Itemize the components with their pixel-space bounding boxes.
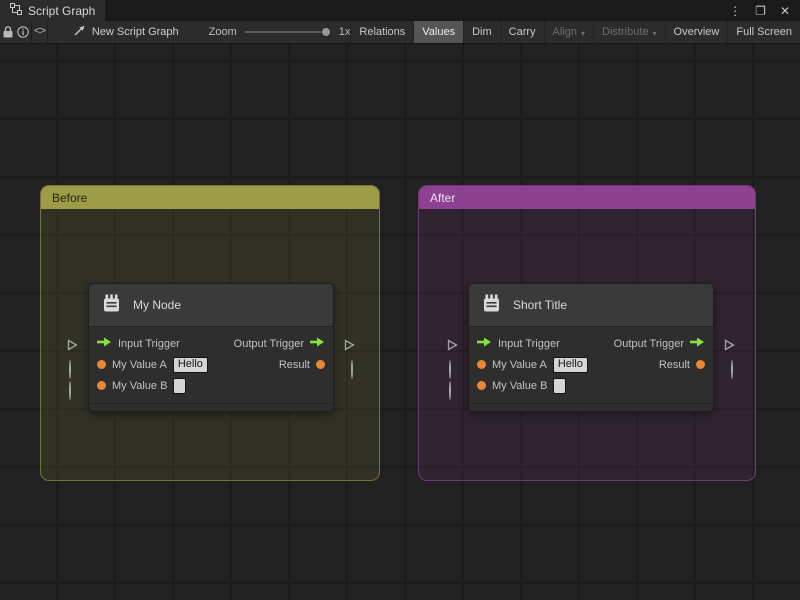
distribute-label: Distribute xyxy=(602,26,649,38)
output-trigger-label: Output Trigger xyxy=(233,337,304,350)
align-dropdown[interactable]: Align ▾ xyxy=(543,21,593,43)
port-row-value-b: My Value B xyxy=(89,375,333,396)
chevron-down-icon: ▾ xyxy=(652,28,657,38)
graph-output-trigger-port[interactable] xyxy=(344,338,355,356)
zoom-slider-knob[interactable] xyxy=(320,27,331,37)
result-port-icon[interactable] xyxy=(316,360,325,369)
window-controls: ⋮ ❐ ✕ xyxy=(719,0,800,21)
carry-label: Carry xyxy=(508,26,536,38)
group-after-title: After xyxy=(430,190,456,205)
carry-button[interactable]: Carry xyxy=(499,21,544,43)
distribute-dropdown[interactable]: Distribute ▾ xyxy=(593,21,664,43)
dim-button[interactable]: Dim xyxy=(463,21,500,43)
value-a-port-icon[interactable] xyxy=(97,360,106,369)
overview-button[interactable]: Overview xyxy=(664,21,728,43)
graph-input-value-port[interactable] xyxy=(449,381,451,400)
graph-input-trigger-port[interactable] xyxy=(447,338,458,356)
node-header[interactable]: My Node xyxy=(89,284,333,327)
node-icon xyxy=(481,293,502,317)
window-menu-icon[interactable]: ⋮ xyxy=(729,5,741,17)
value-a-label: My Value A xyxy=(112,358,167,371)
input-trigger-port-icon[interactable] xyxy=(477,337,492,350)
script-graph-icon xyxy=(10,3,22,18)
zoom-control: Zoom 1x xyxy=(209,21,351,43)
value-b-input[interactable] xyxy=(173,377,187,394)
group-after-header[interactable]: After xyxy=(419,186,755,209)
value-a-input[interactable]: Hello xyxy=(552,356,588,373)
graph-asset-name[interactable]: New Script Graph xyxy=(74,21,179,43)
port-row-value-b: My Value B xyxy=(469,375,713,396)
relations-label: Relations xyxy=(359,26,406,38)
value-b-port-icon[interactable] xyxy=(97,381,106,390)
toolbar-buttons: Relations Values Dim Carry Align ▾ Distr… xyxy=(350,21,800,43)
port-row-value-a: My Value A Hello Result xyxy=(469,354,713,375)
graph-input-value-port[interactable] xyxy=(69,381,71,400)
port-row-trigger: Input Trigger Output Trigger xyxy=(89,333,333,354)
value-a-label: My Value A xyxy=(492,358,547,371)
tab-label: Script Graph xyxy=(28,3,96,18)
overview-label: Overview xyxy=(673,26,720,38)
input-trigger-label: Input Trigger xyxy=(498,337,560,350)
node-body: Input Trigger Output Trigger My Value A … xyxy=(469,327,713,396)
node-title: My Node xyxy=(133,298,182,312)
align-label: Align xyxy=(552,26,578,38)
node-icon xyxy=(101,293,122,317)
group-before-header[interactable]: Before xyxy=(41,186,379,209)
fullscreen-button[interactable]: Full Screen xyxy=(727,21,800,43)
node-my-node[interactable]: My Node Input Trigger Output Trigger My … xyxy=(67,283,355,412)
graph-toolbar: <> New Script Graph Zoom 1x Relations Va… xyxy=(0,21,800,44)
zoom-label: Zoom xyxy=(208,26,237,38)
graph-name-label: New Script Graph xyxy=(91,26,179,38)
input-trigger-port-icon[interactable] xyxy=(97,337,112,350)
graph-output-value-port[interactable] xyxy=(351,360,353,379)
value-b-port-icon[interactable] xyxy=(477,381,486,390)
graph-asset-icon xyxy=(74,25,86,39)
node-body: Input Trigger Output Trigger My Value A … xyxy=(89,327,333,396)
input-trigger-label: Input Trigger xyxy=(118,337,180,350)
toolbar-separator xyxy=(47,21,48,43)
graph-output-value-port[interactable] xyxy=(731,360,733,379)
zoom-slider[interactable] xyxy=(244,27,331,37)
values-button[interactable]: Values xyxy=(413,21,464,43)
lock-icon[interactable] xyxy=(0,21,16,43)
maximize-icon[interactable]: ❐ xyxy=(755,5,766,17)
graph-canvas[interactable]: Before After My Node Input Trigger Outpu… xyxy=(0,44,800,600)
node-footer xyxy=(469,403,713,411)
port-row-trigger: Input Trigger Output Trigger xyxy=(469,333,713,354)
output-trigger-port-icon[interactable] xyxy=(310,337,325,350)
close-icon[interactable]: ✕ xyxy=(780,5,790,17)
zoom-value: 1x xyxy=(338,26,351,38)
node-footer xyxy=(89,403,333,411)
relations-button[interactable]: Relations xyxy=(350,21,413,43)
graph-input-value-port[interactable] xyxy=(449,360,451,379)
graph-input-trigger-port[interactable] xyxy=(67,338,78,356)
value-b-label: My Value B xyxy=(492,379,548,392)
info-icon[interactable] xyxy=(16,21,32,43)
chevron-down-icon: ▾ xyxy=(581,28,586,38)
node-header[interactable]: Short Title xyxy=(469,284,713,327)
code-view-icon[interactable]: <> xyxy=(32,21,48,43)
value-b-input[interactable] xyxy=(553,377,567,394)
result-label: Result xyxy=(658,358,690,371)
result-port-icon[interactable] xyxy=(696,360,705,369)
node-short-title[interactable]: Short Title Input Trigger Output Trigger xyxy=(447,283,735,412)
result-label: Result xyxy=(278,358,310,371)
value-b-label: My Value B xyxy=(112,379,168,392)
output-trigger-port-icon[interactable] xyxy=(690,337,705,350)
dim-label: Dim xyxy=(472,26,492,38)
titlebar: Script Graph ⋮ ❐ ✕ xyxy=(0,0,800,21)
port-row-value-a: My Value A Hello Result xyxy=(89,354,333,375)
tab-script-graph[interactable]: Script Graph xyxy=(0,0,106,21)
graph-output-trigger-port[interactable] xyxy=(724,338,735,356)
node-title: Short Title xyxy=(513,298,568,312)
fullscreen-label: Full Screen xyxy=(736,26,792,38)
output-trigger-label: Output Trigger xyxy=(613,337,684,350)
graph-input-value-port[interactable] xyxy=(69,360,71,379)
values-label: Values xyxy=(422,26,456,38)
value-a-input[interactable]: Hello xyxy=(172,356,208,373)
group-before-title: Before xyxy=(52,190,88,205)
value-a-port-icon[interactable] xyxy=(477,360,486,369)
